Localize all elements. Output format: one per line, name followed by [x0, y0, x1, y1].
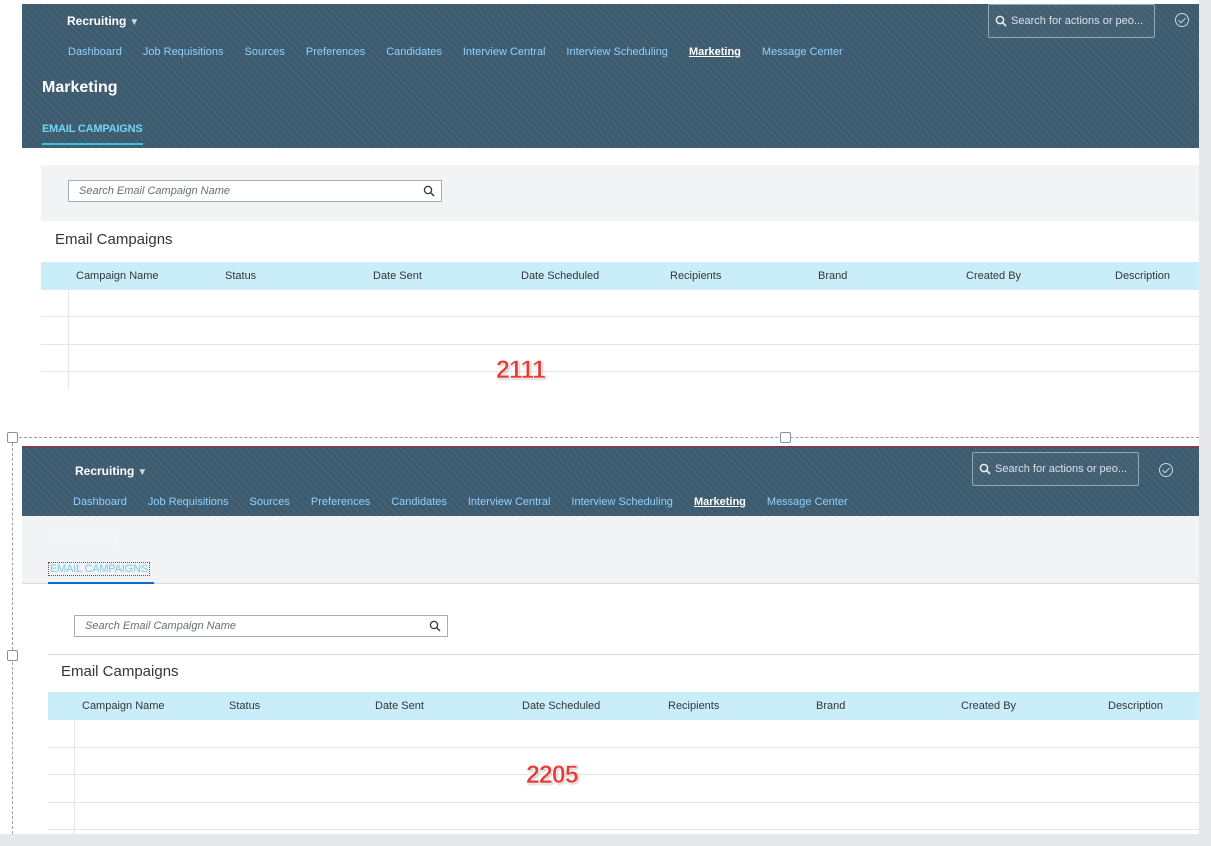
tab-email-campaigns[interactable]: EMAIL CAMPAIGNS	[42, 123, 143, 145]
nav-sources[interactable]: Sources	[250, 496, 290, 508]
col-date-scheduled[interactable]: Date Scheduled	[521, 270, 599, 282]
page-title: Marketing	[42, 79, 118, 96]
nav-job-requisitions[interactable]: Job Requisitions	[148, 496, 229, 508]
product-name: Recruiting	[67, 14, 127, 28]
nav-preferences[interactable]: Preferences	[311, 496, 370, 508]
col-created-by[interactable]: Created By	[966, 270, 1021, 282]
nav-candidates[interactable]: Candidates	[391, 496, 447, 508]
table-row	[41, 316, 1199, 317]
table-row	[41, 344, 1199, 345]
top-nav: Dashboard Job Requisitions Sources Prefe…	[73, 496, 869, 508]
col-date-scheduled[interactable]: Date Scheduled	[522, 700, 600, 712]
shell-header: Recruiting ▼ Search for actions or peo...…	[22, 4, 1199, 148]
table-header: Campaign Name Status Date Sent Date Sche…	[41, 262, 1199, 290]
resize-handle[interactable]	[7, 432, 18, 443]
search-icon	[995, 15, 1007, 27]
nav-message-center[interactable]: Message Center	[767, 496, 848, 508]
notifications-check-icon[interactable]	[1159, 463, 1173, 477]
nav-candidates[interactable]: Candidates	[386, 46, 442, 58]
resize-handle[interactable]	[780, 432, 791, 443]
nav-message-center[interactable]: Message Center	[762, 46, 843, 58]
frame-edge	[1199, 0, 1211, 846]
notifications-check-icon[interactable]	[1175, 13, 1189, 27]
nav-marketing[interactable]: Marketing	[689, 46, 741, 58]
nav-interview-central[interactable]: Interview Central	[463, 46, 546, 58]
campaign-search-placeholder: Search Email Campaign Name	[85, 620, 237, 632]
campaign-search-input[interactable]: Search Email Campaign Name	[68, 180, 442, 202]
col-recipients[interactable]: Recipients	[668, 700, 719, 712]
search-icon[interactable]	[423, 185, 435, 197]
global-search[interactable]: Search for actions or peo...	[972, 452, 1139, 486]
tab-underline	[48, 582, 154, 584]
nav-dashboard[interactable]: Dashboard	[73, 496, 127, 508]
table-row	[48, 802, 1199, 803]
col-status[interactable]: Status	[229, 700, 260, 712]
search-icon[interactable]	[429, 620, 441, 632]
col-created-by[interactable]: Created By	[961, 700, 1016, 712]
col-brand[interactable]: Brand	[816, 700, 845, 712]
global-search-placeholder: Search for actions or peo...	[995, 463, 1128, 475]
nav-dashboard[interactable]: Dashboard	[68, 46, 122, 58]
page-title: Marketing	[48, 528, 119, 545]
chevron-down-icon: ▼	[129, 17, 140, 28]
table-row	[48, 774, 1199, 775]
nav-preferences[interactable]: Preferences	[306, 46, 365, 58]
section-title: Email Campaigns	[55, 231, 173, 248]
divider	[48, 654, 1199, 655]
table-row	[48, 829, 1199, 830]
global-search-placeholder: Search for actions or peo...	[1011, 15, 1144, 27]
selection-edge	[12, 438, 13, 834]
col-description[interactable]: Description	[1115, 270, 1170, 282]
row-selector-divider	[68, 290, 69, 390]
page-header-band	[22, 516, 1199, 584]
selection-divider	[14, 437, 1204, 438]
campaign-search-input[interactable]: Search Email Campaign Name	[74, 615, 448, 637]
frame-edge	[0, 834, 1211, 846]
top-nav: Dashboard Job Requisitions Sources Prefe…	[68, 46, 864, 58]
campaign-search-placeholder: Search Email Campaign Name	[79, 185, 231, 197]
nav-interview-scheduling[interactable]: Interview Scheduling	[566, 46, 668, 58]
table-row	[48, 747, 1199, 748]
table-header: Campaign Name Status Date Sent Date Sche…	[48, 692, 1199, 720]
nav-interview-central[interactable]: Interview Central	[468, 496, 551, 508]
nav-job-requisitions[interactable]: Job Requisitions	[143, 46, 224, 58]
product-switcher[interactable]: Recruiting ▼	[75, 464, 147, 478]
col-campaign-name[interactable]: Campaign Name	[76, 270, 159, 282]
chevron-down-icon: ▼	[137, 467, 148, 478]
col-date-sent[interactable]: Date Sent	[373, 270, 422, 282]
nav-marketing[interactable]: Marketing	[694, 496, 746, 508]
product-switcher[interactable]: Recruiting ▼	[67, 14, 139, 28]
col-campaign-name[interactable]: Campaign Name	[82, 700, 165, 712]
col-status[interactable]: Status	[225, 270, 256, 282]
col-description[interactable]: Description	[1108, 700, 1163, 712]
search-icon	[979, 463, 991, 475]
col-date-sent[interactable]: Date Sent	[375, 700, 424, 712]
section-title: Email Campaigns	[61, 663, 179, 680]
row-selector-divider	[74, 720, 75, 834]
shell-header: Recruiting ▼ Search for actions or peo...…	[22, 446, 1199, 516]
resize-handle[interactable]	[7, 650, 18, 661]
nav-sources[interactable]: Sources	[245, 46, 285, 58]
screenshot-2205: Recruiting ▼ Search for actions or peo...…	[22, 446, 1199, 834]
col-brand[interactable]: Brand	[818, 270, 847, 282]
build-annotation: 2111	[496, 356, 546, 385]
nav-interview-scheduling[interactable]: Interview Scheduling	[571, 496, 673, 508]
screenshot-2111: Recruiting ▼ Search for actions or peo...…	[22, 4, 1199, 390]
global-search[interactable]: Search for actions or peo...	[988, 4, 1155, 38]
build-annotation: 2205	[526, 761, 579, 790]
tab-email-campaigns[interactable]: EMAIL CAMPAIGNS	[48, 562, 150, 576]
col-recipients[interactable]: Recipients	[670, 270, 721, 282]
product-name: Recruiting	[75, 464, 135, 478]
table-row	[41, 371, 1199, 372]
